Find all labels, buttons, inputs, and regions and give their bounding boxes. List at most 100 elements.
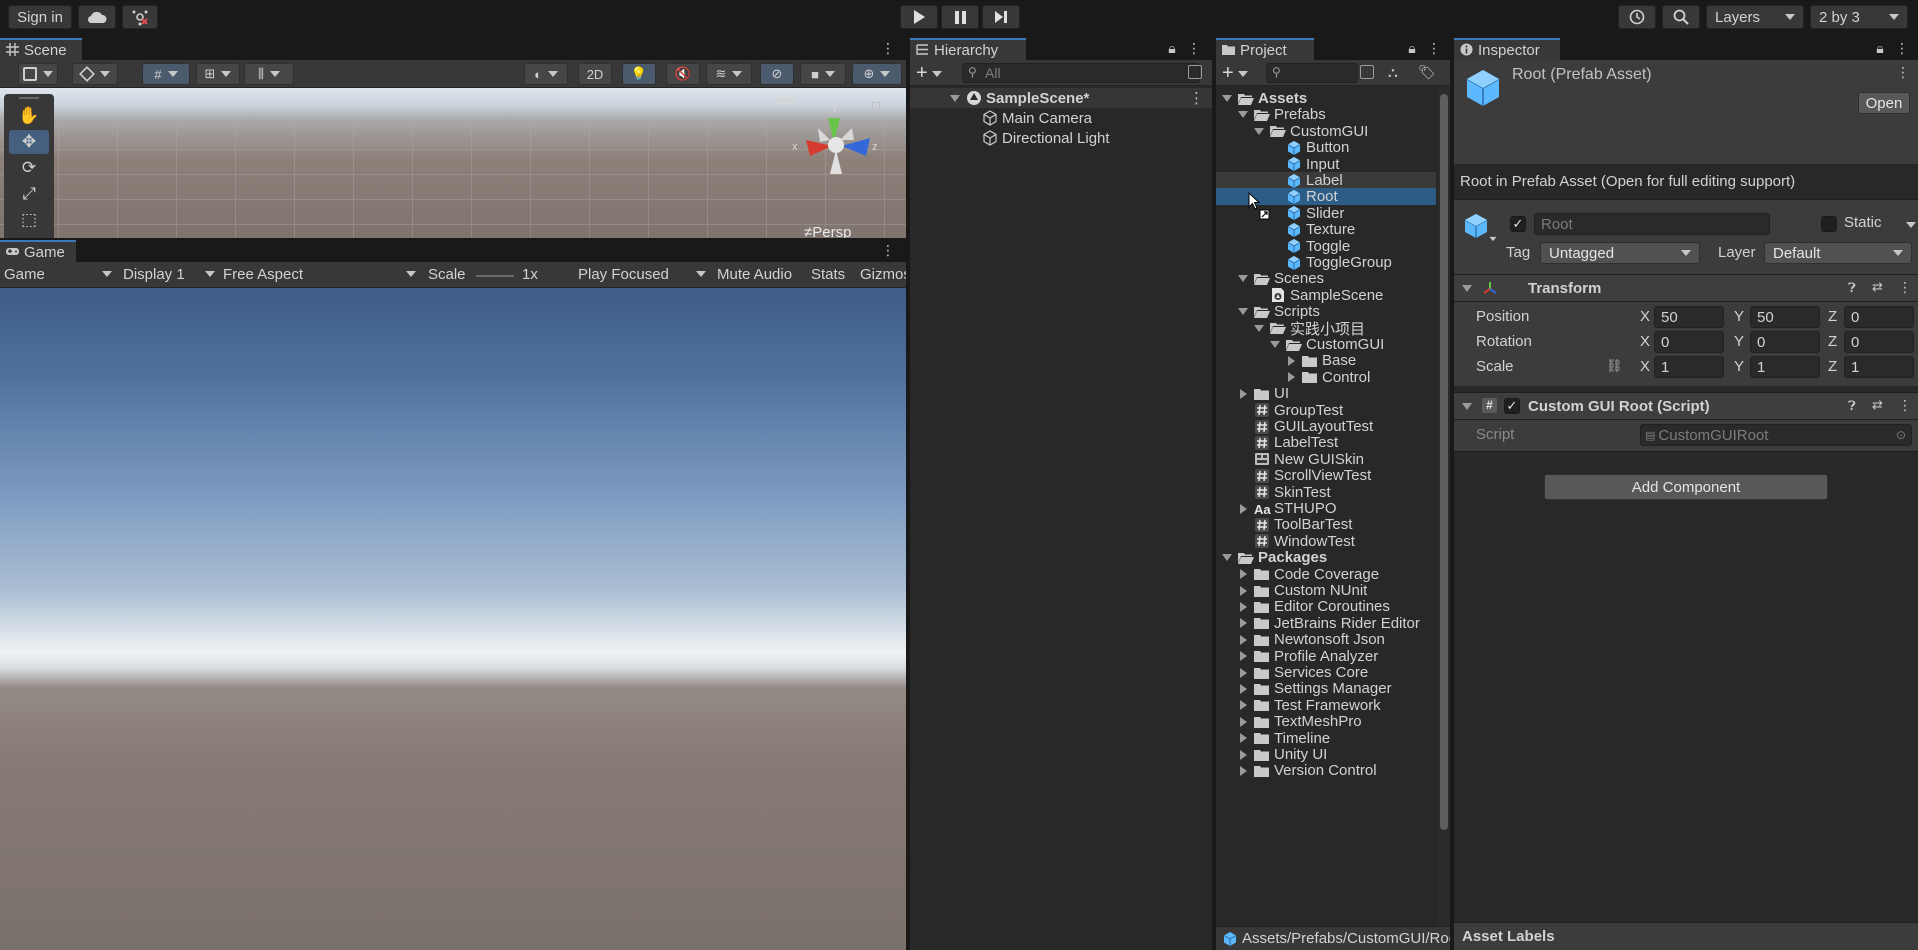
project-item[interactable]: 实践小项目 — [1216, 320, 1436, 338]
lighting-toggle[interactable]: 💡 — [622, 63, 656, 85]
project-item[interactable]: Unity UI — [1216, 746, 1436, 763]
static-checkbox[interactable] — [1821, 216, 1837, 232]
project-item[interactable]: Newtonsoft Json — [1216, 631, 1436, 648]
expand-arrow-icon[interactable] — [1240, 716, 1247, 727]
project-item[interactable]: Services Core — [1216, 664, 1436, 681]
layer-dropdown[interactable]: Default — [1764, 242, 1912, 264]
expand-arrow-icon[interactable] — [1270, 341, 1280, 348]
transform-header[interactable]: Transform ❓︎ ⇄ ⋮ — [1454, 274, 1918, 302]
expand-arrow-icon[interactable] — [1288, 355, 1295, 366]
script-enabled-checkbox[interactable]: ✓ — [1504, 398, 1520, 414]
snap-increment-button[interactable]: ⊞ — [196, 63, 240, 85]
hand-tool[interactable]: ✋ — [9, 104, 49, 128]
game-view-dropdown[interactable]: Game — [4, 266, 112, 283]
project-item[interactable]: Test Framework — [1216, 697, 1436, 714]
expand-arrow-icon[interactable] — [1238, 275, 1248, 283]
expand-arrow-icon[interactable] — [1240, 765, 1247, 776]
project-item[interactable]: LabelTest — [1216, 434, 1436, 451]
search-button[interactable] — [1662, 5, 1700, 29]
preset-icon[interactable]: ⇄ — [1872, 279, 1883, 295]
lock-icon[interactable]: 🔒︎ — [1164, 41, 1180, 55]
gizmos-toggle[interactable]: Gizmos — [860, 266, 908, 283]
layout-dropdown[interactable]: 2 by 3 — [1810, 5, 1908, 29]
layers-dropdown[interactable]: Layers — [1706, 5, 1804, 29]
expand-arrow-icon[interactable] — [1240, 503, 1247, 514]
pause-button[interactable] — [941, 5, 979, 29]
inspector-menu-icon[interactable]: ⋮ — [1894, 41, 1910, 55]
palette-handle[interactable] — [19, 97, 39, 99]
expand-arrow-icon[interactable] — [1254, 127, 1264, 135]
header-menu-icon[interactable]: ⋮ — [1896, 64, 1910, 81]
scene-menu-icon[interactable]: ⋮ — [1189, 89, 1204, 107]
project-item[interactable]: CustomGUI — [1216, 123, 1436, 140]
position-x-field[interactable]: 50 — [1654, 306, 1724, 328]
scene-visibility-toggle[interactable]: ⊘ — [760, 63, 794, 85]
project-item[interactable]: Scenes — [1216, 270, 1436, 287]
project-item[interactable]: Assets — [1216, 90, 1436, 107]
project-item[interactable]: TextMeshPro — [1216, 713, 1436, 730]
project-item[interactable]: Prefabs — [1216, 106, 1436, 123]
expand-arrow-icon[interactable] — [1288, 372, 1295, 383]
stats-toggle[interactable]: Stats — [811, 266, 845, 283]
scale-slider[interactable] — [476, 275, 514, 277]
create-button[interactable]: + — [916, 62, 942, 85]
add-component-button[interactable]: Add Component — [1544, 474, 1828, 500]
overlay-menu-icon[interactable] — [776, 98, 796, 100]
position-z-field[interactable]: 0 — [1844, 306, 1914, 328]
step-button[interactable] — [982, 5, 1020, 29]
effects-button[interactable]: ≋ — [706, 63, 752, 85]
project-item[interactable]: New GUISkin — [1216, 451, 1436, 468]
game-menu-icon[interactable]: ⋮ — [880, 243, 896, 257]
orientation-gizmo[interactable]: y x z — [790, 98, 890, 190]
rotation-y-field[interactable]: 0 — [1750, 331, 1820, 353]
project-item[interactable]: GroupTest — [1216, 402, 1436, 419]
shading-button[interactable] — [72, 63, 118, 85]
draw-mode-button[interactable] — [18, 63, 58, 85]
project-item[interactable]: Packages — [1216, 549, 1436, 566]
search-by-label-icon[interactable]: ⛬ — [1388, 64, 1398, 81]
expand-arrow-icon[interactable] — [1222, 95, 1232, 102]
hierarchy-menu-icon[interactable]: ⋮ — [1186, 41, 1202, 55]
scene-menu-icon[interactable]: ⋮ — [880, 41, 896, 55]
project-item[interactable]: ScrollViewTest — [1216, 467, 1436, 484]
project-item[interactable]: SkinTest — [1216, 484, 1436, 501]
scene-row[interactable]: SampleScene* ⋮ — [910, 88, 1214, 108]
expand-arrow-icon[interactable] — [1240, 569, 1247, 580]
project-item[interactable]: WindowTest — [1216, 533, 1436, 550]
game-viewport[interactable] — [0, 288, 908, 950]
hierarchy-item[interactable]: Directional Light — [910, 128, 1214, 148]
scale-tool[interactable]: ⤢ — [9, 182, 49, 206]
scale-x-field[interactable]: 1 — [1654, 356, 1724, 378]
project-item[interactable]: Control — [1216, 369, 1436, 386]
project-item[interactable]: Aa STHUPO — [1216, 500, 1436, 517]
expand-arrow-icon[interactable] — [1240, 733, 1247, 744]
help-icon[interactable]: ❓︎ — [1848, 398, 1856, 414]
project-item[interactable]: SampleScene — [1216, 287, 1436, 304]
project-item[interactable]: Code Coverage — [1216, 566, 1436, 583]
script-component-header[interactable]: # ✓ Custom GUI Root (Script) ❓︎ ⇄ ⋮ — [1454, 392, 1918, 420]
scene-viewport[interactable]: y x z ≠Persp — [0, 88, 908, 238]
asset-labels-bar[interactable]: Asset Labels — [1454, 922, 1918, 950]
camera-button[interactable]: ■ — [800, 63, 846, 85]
expand-arrow-icon[interactable] — [1240, 651, 1247, 662]
expand-arrow-icon[interactable] — [1240, 388, 1247, 399]
prefab-icon[interactable] — [1462, 212, 1490, 240]
project-item[interactable]: UI — [1216, 385, 1436, 402]
rotation-x-field[interactable]: 0 — [1654, 331, 1724, 353]
project-item[interactable]: Profile Analyzer — [1216, 648, 1436, 665]
project-item[interactable]: Label — [1216, 172, 1436, 189]
expand-arrow-icon[interactable] — [1238, 308, 1248, 316]
scale-y-field[interactable]: 1 — [1750, 356, 1820, 378]
tab-hierarchy[interactable]: Hierarchy — [910, 38, 1026, 60]
project-item[interactable]: Toggle — [1216, 238, 1436, 255]
tab-inspector[interactable]: Inspector — [1454, 38, 1560, 60]
project-item[interactable]: CustomGUI — [1216, 336, 1436, 353]
project-item[interactable]: Settings Manager — [1216, 680, 1436, 697]
search-by-type-icon[interactable] — [1360, 65, 1374, 79]
favorite-tag-icon[interactable]: 🏷︎ — [1418, 64, 1436, 81]
expand-arrow-icon[interactable] — [1254, 324, 1264, 332]
collab-button[interactable] — [122, 5, 158, 29]
hierarchy-item[interactable]: Main Camera — [910, 108, 1214, 128]
project-menu-icon[interactable]: ⋮ — [1426, 41, 1442, 55]
gizmos-button[interactable]: ⊕ — [852, 63, 902, 85]
